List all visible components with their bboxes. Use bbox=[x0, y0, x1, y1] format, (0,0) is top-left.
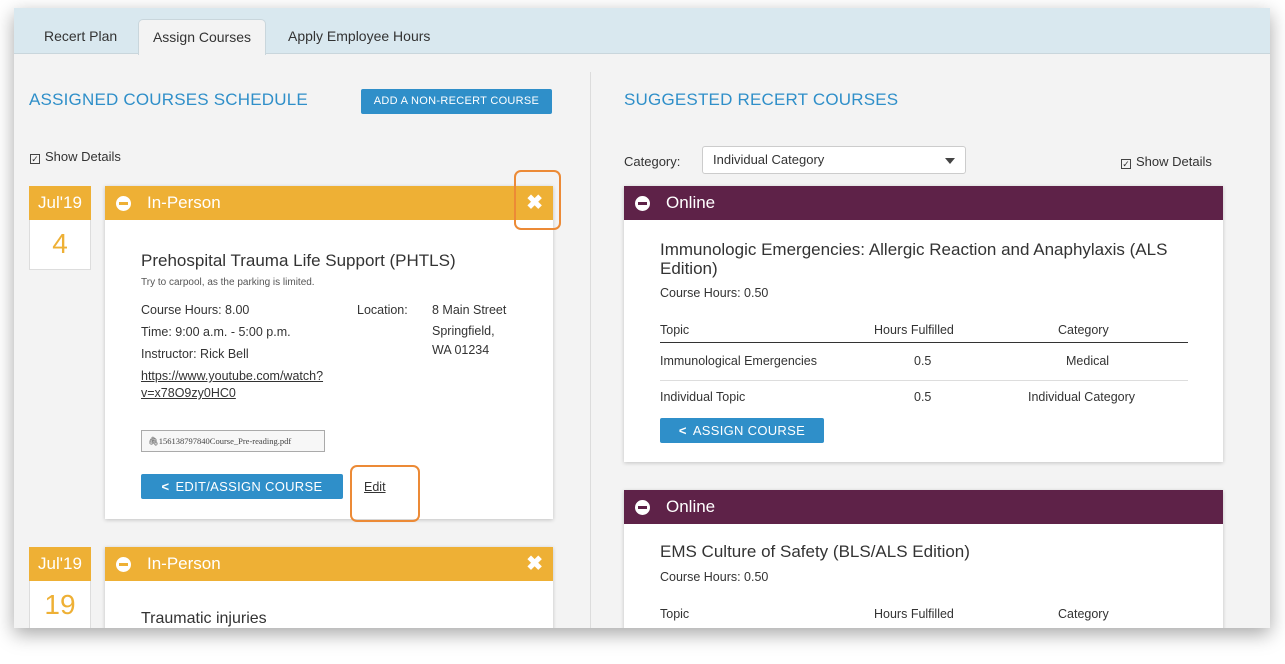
card-header: Online bbox=[624, 186, 1223, 220]
course-title: Traumatic injuries bbox=[141, 610, 267, 627]
column-header-category: Category bbox=[1058, 323, 1109, 337]
collapse-icon[interactable] bbox=[116, 196, 131, 211]
add-non-recert-course-button[interactable]: ADD A NON-RECERT COURSE bbox=[361, 89, 552, 114]
show-details-label: Show Details bbox=[1136, 154, 1212, 169]
attachment-name: 156138797840Course_Pre-reading.pdf bbox=[158, 436, 292, 446]
suggested-courses-title: SUGGESTED RECERT COURSES bbox=[624, 90, 899, 109]
card-header: Online bbox=[624, 490, 1223, 524]
edit-link[interactable]: Edit bbox=[364, 480, 386, 494]
course-note: Try to carpool, as the parking is limite… bbox=[141, 277, 315, 288]
link-line-2: v=x78O9zy0HC0 bbox=[141, 386, 236, 400]
show-details-label: Show Details bbox=[45, 149, 121, 164]
link-line-1: https://www.youtube.com/watch? bbox=[141, 369, 324, 383]
category-select[interactable]: Individual Category bbox=[702, 146, 966, 174]
course-video-link[interactable]: https://www.youtube.com/watch? v=x78O9zy… bbox=[141, 368, 323, 402]
table-header-rule bbox=[660, 342, 1188, 343]
card-header: In-Person ✖ bbox=[105, 547, 553, 581]
column-header-category: Category bbox=[1058, 607, 1109, 621]
paperclip-icon: 🖇 bbox=[148, 436, 159, 446]
collapse-icon[interactable] bbox=[116, 557, 131, 572]
app-window: Recert Plan Assign Courses Apply Employe… bbox=[14, 8, 1270, 628]
tab-apply-employee-hours[interactable]: Apply Employee Hours bbox=[274, 19, 444, 55]
column-header-topic: Topic bbox=[660, 323, 690, 337]
location-line-2: Springfield, bbox=[432, 324, 495, 338]
course-hours: Course Hours: 0.50 bbox=[660, 286, 769, 300]
collapse-icon[interactable] bbox=[635, 500, 650, 515]
tab-bar: Recert Plan Assign Courses Apply Employe… bbox=[14, 8, 1270, 55]
category-cell: Individual Category bbox=[1028, 390, 1136, 404]
card-header: In-Person ✖ bbox=[105, 186, 553, 220]
location-label: Location: bbox=[357, 303, 408, 317]
suggested-course-card: Online Immunologic Emergencies: Allergic… bbox=[624, 186, 1223, 462]
course-title: Immunologic Emergencies: Allergic Reacti… bbox=[660, 240, 1167, 278]
row-divider bbox=[660, 380, 1188, 381]
assigned-course-card: In-Person ✖ Traumatic injuries bbox=[105, 547, 553, 628]
date-badge: Jul'19 4 bbox=[29, 186, 91, 270]
column-header-topic: Topic bbox=[660, 607, 690, 621]
category-cell: Medical bbox=[1066, 354, 1110, 368]
show-details-checkbox-right[interactable]: ✓ Show Details bbox=[1121, 154, 1212, 169]
date-month: Jul'19 bbox=[29, 547, 91, 581]
location-line-3: WA 01234 bbox=[432, 343, 490, 357]
course-type: Online bbox=[666, 193, 716, 212]
chevron-left-icon: < bbox=[678, 423, 687, 438]
chevron-down-icon bbox=[945, 158, 955, 164]
assign-course-label: ASSIGN COURSE bbox=[692, 423, 806, 438]
edit-assign-course-button[interactable]: < EDIT/ASSIGN COURSE bbox=[141, 474, 343, 499]
date-day: 4 bbox=[29, 220, 91, 270]
assigned-course-card: In-Person ✖ Prehospital Trauma Life Supp… bbox=[105, 186, 553, 519]
course-title: Prehospital Trauma Life Support (PHTLS) bbox=[141, 251, 456, 270]
column-header-hours: Hours Fulfilled bbox=[874, 607, 954, 621]
date-badge: Jul'19 19 bbox=[29, 547, 91, 628]
hours-cell: 0.5 bbox=[914, 390, 932, 404]
course-hours: Course Hours: 0.50 bbox=[660, 570, 769, 584]
course-instructor: Instructor: Rick Bell bbox=[141, 347, 249, 361]
checkbox-icon: ✓ bbox=[30, 154, 40, 164]
course-type: Online bbox=[666, 497, 716, 516]
column-header-hours: Hours Fulfilled bbox=[874, 323, 954, 337]
date-day: 19 bbox=[29, 581, 91, 628]
close-icon[interactable]: ✖ bbox=[526, 547, 543, 581]
attachment-file[interactable]: 🖇156138797840Course_Pre-reading.pdf bbox=[141, 430, 325, 452]
chevron-left-icon: < bbox=[161, 479, 170, 494]
course-hours: Course Hours: 8.00 bbox=[141, 303, 250, 317]
topic-cell: Individual Topic bbox=[660, 390, 746, 404]
checkbox-icon: ✓ bbox=[1121, 159, 1131, 169]
column-divider bbox=[590, 72, 591, 628]
close-icon[interactable]: ✖ bbox=[526, 186, 543, 220]
tab-recert-plan[interactable]: Recert Plan bbox=[30, 19, 131, 55]
course-title-line-1: Immunologic Emergencies: Allergic Reacti… bbox=[660, 240, 1168, 259]
category-selected-value: Individual Category bbox=[713, 152, 825, 167]
topic-cell: Immunological Emergencies bbox=[660, 354, 818, 368]
show-details-checkbox-left[interactable]: ✓ Show Details bbox=[30, 149, 121, 164]
hours-cell: 0.5 bbox=[914, 354, 932, 368]
assign-course-button[interactable]: < ASSIGN COURSE bbox=[660, 418, 824, 443]
course-title-line-2: Edition) bbox=[660, 259, 718, 278]
edit-assign-label: EDIT/ASSIGN COURSE bbox=[175, 479, 323, 494]
location-line-1: 8 Main Street bbox=[432, 303, 507, 317]
category-label: Category: bbox=[624, 154, 681, 169]
course-type: In-Person bbox=[147, 554, 221, 573]
suggested-course-card: Online EMS Culture of Safety (BLS/ALS Ed… bbox=[624, 490, 1223, 628]
collapse-icon[interactable] bbox=[635, 196, 650, 211]
course-type: In-Person bbox=[147, 193, 221, 212]
date-month: Jul'19 bbox=[29, 186, 91, 220]
course-title: EMS Culture of Safety (BLS/ALS Edition) bbox=[660, 542, 970, 561]
assigned-courses-title: ASSIGNED COURSES SCHEDULE bbox=[29, 90, 308, 109]
tab-assign-courses[interactable]: Assign Courses bbox=[138, 19, 266, 55]
course-time: Time: 9:00 a.m. - 5:00 p.m. bbox=[141, 325, 291, 339]
